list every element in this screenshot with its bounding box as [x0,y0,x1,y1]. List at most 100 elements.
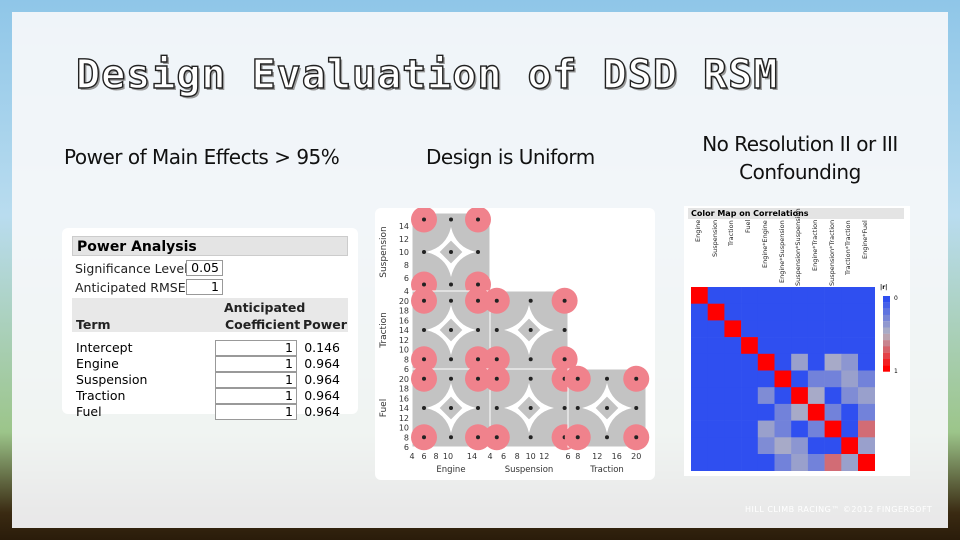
y-tick-label: 10 [399,346,409,355]
x-tick-label: 4 [409,452,414,461]
x-tick-label: 4 [487,452,492,461]
correlation-cell [757,320,775,338]
design-point [422,298,426,303]
design-point [449,435,453,440]
heading-uniform: Design is Uniform [426,145,595,169]
correlation-cell [824,353,842,371]
heading-power: Power of Main Effects > 95% [64,145,340,169]
correlation-cell [774,320,792,338]
correlation-cell [757,370,775,388]
y-tick-label: 12 [399,336,409,345]
coef-input[interactable]: 1 [215,356,297,372]
correlation-cell [807,287,825,304]
design-point [605,406,609,410]
correlation-cell [791,420,809,438]
x-tick-label: 10 [526,452,536,461]
x-tick-label: 16 [612,452,622,461]
correlation-cell [741,353,759,371]
correlation-cell [774,403,792,421]
rmse-input[interactable]: 1 [186,279,223,295]
correlation-cell [791,437,809,455]
correlation-cell [741,437,759,455]
term-cell: Traction [76,388,126,403]
design-point [422,328,426,332]
scatter-panel [564,365,650,451]
legend-swatch [883,359,890,366]
correlation-cell [774,353,792,371]
design-point [449,298,453,303]
correlation-cell [807,337,825,355]
x-tick-label: 8 [433,452,438,461]
rmse-label: Anticipated RMSE [75,280,186,295]
correlation-cell [841,437,859,455]
correlation-cell [807,454,825,471]
term-cell: Fuel [76,404,102,419]
correlation-cell [707,437,725,455]
y-tick-label: 8 [404,355,409,364]
y-tick-label: 18 [399,385,409,394]
correlation-cell [824,303,842,321]
design-point [528,328,533,332]
design-point [449,250,453,254]
y-tick-label: 20 [399,297,409,306]
design-point [449,282,453,287]
correlation-cell [841,303,859,321]
correlation-cell [707,420,725,438]
correlation-cell [691,287,708,304]
table-row: Suspension 1 0.964 [76,372,346,388]
significance-input[interactable]: 0.05 [186,260,223,276]
legend-swatch [883,302,890,309]
design-point [494,298,499,303]
correlation-cell [691,454,708,471]
correlation-cell [824,437,842,455]
correlation-cell [824,320,842,338]
correlation-cell [841,454,859,471]
correlation-cell [774,303,792,321]
correlation-cell [774,437,792,455]
coef-input[interactable]: 1 [215,372,297,388]
correlation-cell [707,353,725,371]
correlation-cell [791,287,809,304]
x-tick-label: 10 [443,452,453,461]
design-point [449,376,453,381]
scatter-panel [483,287,578,373]
slide-title: Design Evaluation of DSD RSM [75,51,779,98]
legend-swatch [883,340,890,347]
correlation-cell [858,353,875,371]
correlation-cell [791,320,809,338]
legend-swatch [883,314,890,322]
correlation-cell [807,437,825,455]
correlation-cell [724,287,742,304]
correlation-cell [757,353,775,371]
design-point [449,217,453,222]
design-point [422,357,426,362]
correlation-cell [691,387,708,405]
correlation-cell [824,403,842,421]
correlation-cell [858,287,875,304]
correlation-cell [741,337,759,355]
correlation-cell [841,403,859,421]
coef-input[interactable]: 1 [215,388,297,404]
legend-swatch [883,308,890,315]
term-cell: Suspension [76,372,148,387]
correlation-cell [807,303,825,321]
design-point [575,435,580,440]
correlation-cell [724,320,742,338]
coef-input[interactable]: 1 [215,340,297,356]
correlation-cell [724,353,742,371]
y-tick-label: 6 [404,443,409,452]
correlation-cell [757,403,775,421]
y-tick-label: 8 [404,261,409,270]
correlation-cell [858,454,875,471]
x-axis-title: Traction [589,465,624,475]
y-tick-label: 6 [404,274,409,283]
x-axis-title: Engine [436,465,465,475]
correlation-cell [791,337,809,355]
design-point [562,406,567,410]
correlation-cell [841,320,859,338]
design-point [634,406,639,410]
correlation-cell [841,370,859,388]
legend-swatch [883,346,890,353]
design-point [528,298,533,303]
coef-input[interactable]: 1 [215,404,297,420]
